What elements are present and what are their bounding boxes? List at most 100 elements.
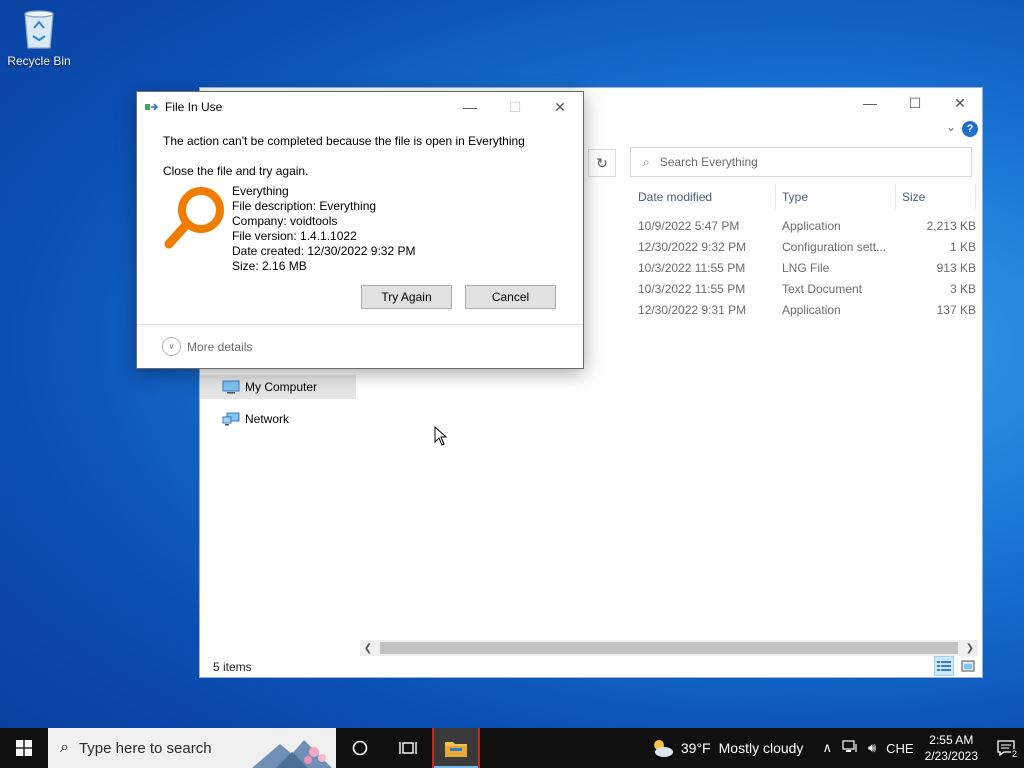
recycle-bin-desktop-icon[interactable]: Recycle Bin: [6, 6, 72, 68]
try-again-button[interactable]: Try Again: [361, 285, 452, 309]
dialog-minimize-button[interactable]: —: [447, 92, 493, 122]
search-placeholder: Search Everything: [659, 155, 758, 169]
weather-temperature: 39°F: [680, 740, 711, 756]
cell-size: 137 KB: [936, 302, 976, 317]
thumbnail-view-button[interactable]: [958, 656, 978, 676]
taskbar: ⌕ Type here to search 39°F Mostly cloudy…: [0, 728, 1024, 768]
show-hidden-icons-chevron-up-icon[interactable]: ∧: [822, 740, 832, 756]
cell-date: 12/30/2022 9:32 PM: [638, 239, 747, 254]
refresh-button[interactable]: ↻: [588, 149, 616, 177]
cell-type: LNG File: [782, 260, 830, 275]
view-switcher: [934, 656, 978, 676]
file-move-icon: [145, 101, 159, 113]
task-view-button[interactable]: [384, 728, 432, 768]
thumbnail-view-icon: [961, 660, 975, 672]
folder-icon: [445, 742, 467, 757]
dialog-instruction: Close the file and try again.: [163, 164, 309, 178]
clock[interactable]: 2:55 AM 2/23/2023: [925, 732, 978, 764]
file-name: Everything: [232, 184, 289, 198]
system-tray: 39°F Mostly cloudy ∧ 🔊︎ CHE 2:55 AM 2/23…: [649, 728, 1024, 768]
cell-date: 12/30/2022 9:31 PM: [638, 302, 747, 317]
nav-item-label: Network: [245, 412, 290, 426]
file-date-created: Date created: 12/30/2022 9:32 PM: [232, 244, 416, 258]
status-item-count: 5 items: [213, 660, 252, 674]
column-header-date[interactable]: Date modified: [632, 185, 776, 209]
search-input[interactable]: ⌕ Search Everything: [630, 147, 972, 177]
taskbar-file-explorer-button[interactable]: [432, 728, 480, 768]
details-view-button[interactable]: [934, 656, 954, 676]
close-icon: ✕: [954, 94, 966, 111]
cell-type: Configuration sett...: [782, 239, 887, 254]
dialog-divider: [137, 324, 583, 325]
taskbar-search-input[interactable]: ⌕ Type here to search: [48, 728, 336, 768]
help-icon[interactable]: ?: [962, 121, 978, 137]
cancel-button[interactable]: Cancel: [465, 285, 556, 309]
file-list: 10/9/2022 5:47 PM Application 2,213 KB 1…: [632, 215, 980, 320]
clock-time: 2:55 AM: [929, 733, 974, 747]
recycle-bin-label: Recycle Bin: [7, 54, 71, 68]
close-icon: ✕: [554, 98, 566, 115]
column-header-type[interactable]: Type: [776, 185, 896, 209]
everything-app-icon: [163, 184, 229, 254]
minimize-icon: —: [463, 99, 477, 115]
table-row[interactable]: 10/3/2022 11:55 PM LNG File 913 KB: [632, 257, 980, 278]
cell-date: 10/9/2022 5:47 PM: [638, 218, 740, 233]
cell-size: 1 KB: [949, 239, 976, 254]
column-header-size[interactable]: Size: [896, 185, 976, 209]
dialog-close-button[interactable]: ✕: [537, 92, 583, 122]
dialog-maximize-button: ☐: [492, 92, 538, 122]
search-icon: ⌕: [643, 154, 650, 169]
maximize-icon: ☐: [908, 94, 922, 111]
notification-count-badge: 2: [1010, 749, 1018, 759]
scrollbar-thumb[interactable]: [380, 642, 958, 654]
chevron-down-icon: ∨: [162, 337, 181, 356]
file-size: Size: 2.16 MB: [232, 259, 307, 273]
dialog-titlebar: File In Use — ☐ ✕: [137, 92, 583, 122]
cell-size: 3 KB: [949, 281, 976, 296]
network-tray-icon[interactable]: [842, 739, 858, 757]
start-button[interactable]: [0, 728, 48, 768]
cortana-icon: [352, 740, 368, 756]
nav-item-network[interactable]: Network: [200, 407, 289, 431]
action-center-button[interactable]: 2: [988, 728, 1024, 768]
table-row[interactable]: 10/3/2022 11:55 PM Text Document 3 KB: [632, 278, 980, 299]
taskbar-search-placeholder: Type here to search: [78, 739, 212, 757]
recycle-bin-icon: [19, 6, 59, 50]
cell-type: Application: [782, 218, 841, 233]
more-details-toggle[interactable]: ∨ More details: [162, 337, 252, 356]
file-info: Everything File description: Everything …: [163, 184, 557, 274]
cell-size: 913 KB: [936, 260, 976, 275]
scroll-left-icon[interactable]: ❮: [360, 643, 376, 654]
more-details-label: More details: [187, 339, 253, 354]
input-language[interactable]: CHE: [886, 741, 913, 756]
horizontal-scrollbar[interactable]: ❮ ❯: [360, 640, 978, 656]
maximize-button[interactable]: ☐: [892, 88, 938, 118]
table-row[interactable]: 12/30/2022 9:31 PM Application 137 KB: [632, 299, 980, 320]
windows-logo-icon: [16, 740, 32, 756]
file-company: Company: voidtools: [232, 214, 338, 228]
file-version: File version: 1.4.1.1022: [232, 229, 357, 243]
details-view-icon: [937, 661, 951, 671]
cortana-button[interactable]: [336, 728, 384, 768]
file-in-use-dialog: File In Use — ☐ ✕ The action can't be co…: [136, 91, 584, 369]
volume-icon[interactable]: 🔊︎: [868, 740, 876, 756]
weather-condition: Mostly cloudy: [718, 740, 804, 756]
close-button[interactable]: ✕: [937, 88, 983, 118]
task-view-icon: [399, 742, 417, 754]
cell-type: Application: [782, 302, 841, 317]
maximize-icon: ☐: [508, 98, 522, 115]
weather-widget[interactable]: 39°F Mostly cloudy: [649, 737, 804, 759]
minimize-button[interactable]: —: [847, 88, 893, 118]
chevron-down-icon[interactable]: ⌄: [946, 120, 956, 134]
mouse-cursor-icon: [434, 425, 448, 449]
table-row[interactable]: 12/30/2022 9:32 PM Configuration sett...…: [632, 236, 980, 257]
minimize-icon: —: [863, 95, 877, 111]
computer-icon: [222, 380, 240, 394]
network-icon: [222, 412, 240, 426]
table-row[interactable]: 10/9/2022 5:47 PM Application 2,213 KB: [632, 215, 980, 236]
clock-date: 2/23/2023: [924, 749, 978, 763]
nav-item-my-computer[interactable]: My Computer: [200, 375, 356, 399]
dialog-title: File In Use: [165, 100, 223, 114]
scroll-right-icon[interactable]: ❯: [962, 643, 978, 654]
search-icon: ⌕: [60, 739, 69, 756]
